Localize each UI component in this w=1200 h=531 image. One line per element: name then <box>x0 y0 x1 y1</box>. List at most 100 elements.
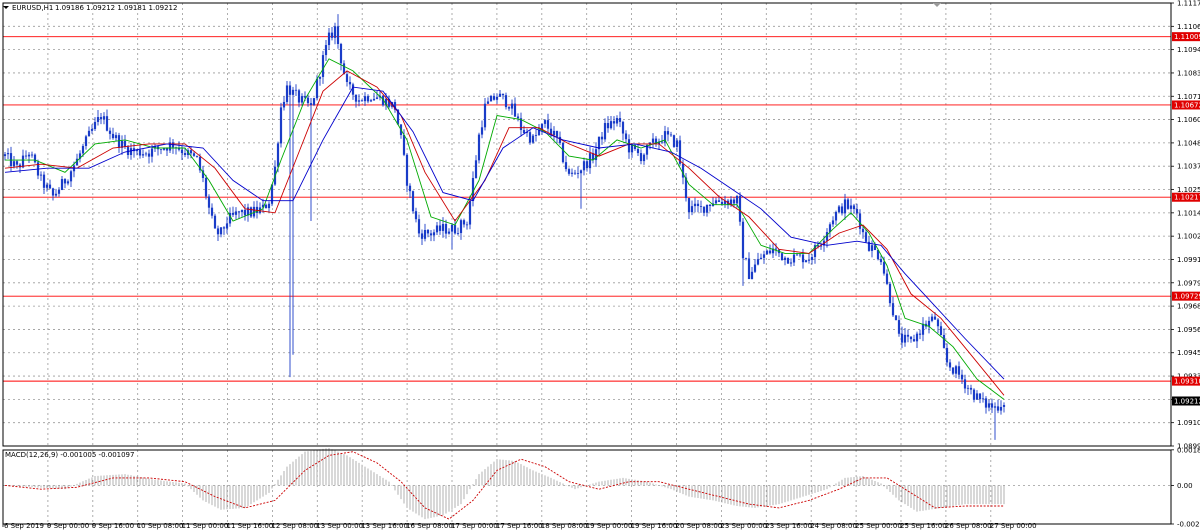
time-tick-label: 19 Sep 00:00 <box>586 522 633 530</box>
candle-body <box>507 107 511 109</box>
candle-body <box>627 139 631 153</box>
candle-body <box>762 254 766 258</box>
time-tick-label: 19 Sep 16:00 <box>631 522 678 530</box>
candle-body <box>429 233 433 236</box>
time-tick-label: 13 Sep 00:00 <box>316 522 363 530</box>
candle-body <box>852 205 856 210</box>
candle-body <box>963 379 967 389</box>
candle-body <box>417 219 421 234</box>
candle-body <box>897 320 901 334</box>
candle-body <box>456 233 460 234</box>
time-tick-label: 9 Sep 00:00 <box>47 522 89 530</box>
candle-body <box>105 116 109 131</box>
candle-body <box>144 153 148 155</box>
candle-body <box>576 173 580 174</box>
candle-body <box>966 387 970 389</box>
candle-body <box>675 140 679 147</box>
price-tick-label: 1.10715 <box>1177 93 1200 101</box>
candle-body <box>789 262 793 264</box>
candle-body <box>996 406 1000 411</box>
candle-body <box>408 185 412 192</box>
candle-body <box>597 136 601 150</box>
candle-body <box>30 154 34 156</box>
candle-body <box>180 149 184 154</box>
candle-body <box>96 117 100 122</box>
candle-body <box>954 366 958 374</box>
candle-body <box>894 315 898 321</box>
chart-background <box>0 0 1200 531</box>
candle-body <box>612 121 616 124</box>
candle-body <box>276 143 280 167</box>
candle-body <box>90 129 94 131</box>
price-tick-label: 1.10600 <box>1177 116 1200 124</box>
candle-body <box>69 171 73 182</box>
time-tick-label: 25 Sep 00:00 <box>855 522 902 530</box>
candle-body <box>945 347 949 363</box>
price-tick-label: 1.09795 <box>1177 279 1200 287</box>
time-tick-label: 23 Sep 00:00 <box>720 522 767 530</box>
candle-body <box>750 271 754 280</box>
candle-body <box>324 45 328 56</box>
candle-body <box>237 211 241 213</box>
candle-body <box>972 389 976 400</box>
candle-body <box>339 43 343 64</box>
candle-body <box>495 96 499 100</box>
candle-body <box>570 172 574 174</box>
time-tick-label: 26 Sep 08:00 <box>945 522 992 530</box>
candle-body <box>57 189 61 194</box>
macd-tick-label: -0.00206 <box>1177 521 1200 529</box>
candle-body <box>21 155 25 168</box>
candle-body <box>903 334 907 343</box>
candle-body <box>912 339 916 342</box>
candle-body <box>282 101 286 108</box>
candle-body <box>774 248 778 250</box>
candle-body <box>888 283 892 304</box>
candle-body <box>123 140 127 147</box>
candle-body <box>129 148 133 155</box>
candle-body <box>837 206 841 212</box>
candle-body <box>855 209 859 214</box>
candle-body <box>579 170 583 174</box>
candle-body <box>333 26 337 38</box>
price-tick-label: 1.11060 <box>1177 23 1200 31</box>
candle-body <box>231 212 235 215</box>
candle-body <box>225 223 229 229</box>
candle-body <box>699 206 703 207</box>
macd-label: MACD(12,26,9) -0.001005 -0.001097 <box>5 451 134 459</box>
ohlc-values: 1.09186 1.09212 1.09181 1.09212 <box>55 4 177 12</box>
candle-body <box>801 254 805 263</box>
level-price-label: 1.09729 <box>1174 293 1200 301</box>
candle-body <box>615 118 619 124</box>
candle-body <box>882 262 886 274</box>
price-tick-label: 1.09680 <box>1177 303 1200 311</box>
candle-body <box>501 93 505 96</box>
candle-body <box>9 153 13 167</box>
price-tick-label: 1.10140 <box>1177 209 1200 217</box>
candle-body <box>942 335 946 348</box>
candle-body <box>111 133 115 139</box>
candle-body <box>372 98 376 101</box>
candle-body <box>702 206 706 213</box>
candle-body <box>936 319 940 327</box>
candle-body <box>306 97 310 104</box>
candle-body <box>450 224 454 232</box>
time-tick-label: 12 Sep 08:00 <box>271 522 318 530</box>
candle-body <box>39 174 43 176</box>
candle-body <box>804 260 808 263</box>
candle-body <box>582 161 586 171</box>
candle-body <box>63 179 67 184</box>
candle-body <box>426 229 430 234</box>
candle-body <box>735 196 739 204</box>
candle-body <box>588 153 592 169</box>
candle-body <box>264 204 268 209</box>
candle-body <box>60 179 64 190</box>
candle-body <box>462 220 466 225</box>
candle-body <box>210 207 214 216</box>
candle-body <box>459 220 463 234</box>
candle-body <box>435 225 439 233</box>
candle-body <box>486 101 490 104</box>
candle-body <box>12 161 16 167</box>
time-tick-label: 11 Sep 00:00 <box>182 522 229 530</box>
candle-body <box>864 232 868 242</box>
candle-body <box>552 130 556 136</box>
